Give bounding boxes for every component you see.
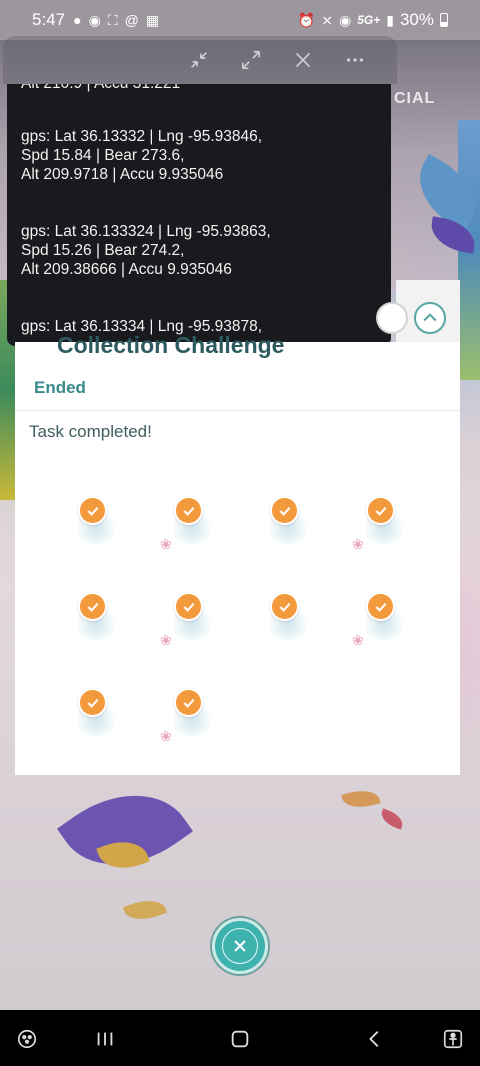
collection-item[interactable]: ❀	[158, 688, 238, 768]
at-icon: @	[124, 12, 139, 28]
divider	[15, 410, 460, 411]
challenge-status: Ended	[34, 378, 86, 397]
collection-item[interactable]	[62, 496, 142, 576]
checkmark-icon	[78, 592, 107, 621]
alarm-icon: ⏰	[297, 11, 316, 28]
flower-icon: ❀	[160, 536, 172, 552]
checkmark-icon	[78, 688, 107, 717]
location-icon: ◉	[88, 11, 101, 28]
checkmark-icon	[366, 592, 395, 621]
flower-icon: ❀	[160, 632, 172, 648]
flower-icon: ❀	[352, 632, 364, 648]
close-icon	[234, 940, 246, 952]
collapse-card-button[interactable]	[414, 302, 446, 334]
accessibility-icon[interactable]	[440, 1026, 466, 1052]
checkmark-icon	[174, 592, 203, 621]
flower-icon: ❀	[160, 728, 172, 744]
back-icon[interactable]	[362, 1026, 388, 1052]
chevron-up-icon	[423, 313, 437, 322]
log-entry: Alt 210.9 | Accu 31.221	[21, 84, 377, 93]
battery-percent: 30%	[399, 10, 434, 29]
collection-item[interactable]	[254, 496, 334, 576]
collection-item[interactable]: ❀	[350, 496, 430, 576]
mute-icon: ⨯	[321, 11, 334, 28]
screenshot-icon: ⛶	[107, 11, 118, 28]
checkmark-icon	[366, 496, 395, 525]
collection-item[interactable]	[254, 592, 334, 672]
checkmark-icon	[270, 496, 299, 525]
discord-icon: ●	[73, 12, 82, 28]
gps-log-console[interactable]: Alt 210.9 | Accu 31.221 gps: Lat 36.1333…	[7, 84, 391, 346]
collection-item[interactable]	[62, 688, 142, 768]
recent-apps-icon[interactable]	[92, 1026, 118, 1052]
close-button[interactable]	[212, 918, 268, 974]
collection-item[interactable]: ❀	[350, 592, 430, 672]
task-status-text: Task completed!	[29, 422, 152, 441]
network-label: 5G+	[357, 13, 381, 27]
checkmark-icon	[78, 496, 107, 525]
gps-icon: ◉	[339, 11, 352, 28]
collapse-icon[interactable]	[187, 48, 211, 72]
expand-icon[interactable]	[239, 48, 263, 72]
collection-item[interactable]: ❀	[158, 496, 238, 576]
checkmark-icon	[270, 592, 299, 621]
card-secondary-button[interactable]	[376, 302, 408, 334]
challenge-title: Collection Challenge	[57, 332, 285, 358]
log-entry: gps: Lat 36.133324 | Lng -95.93863, Spd …	[21, 223, 271, 278]
overlay-toolbar	[3, 36, 397, 84]
checkmark-icon	[174, 496, 203, 525]
close-icon[interactable]	[291, 48, 315, 72]
collection-item[interactable]: ❀	[158, 592, 238, 672]
log-entry: gps: Lat 36.13332 | Lng -95.93846, Spd 1…	[21, 128, 263, 183]
home-icon[interactable]	[227, 1026, 253, 1052]
signal-icon: ▮	[386, 11, 394, 28]
flower-icon: ❀	[352, 536, 364, 552]
collection-item[interactable]	[62, 592, 142, 672]
status-time: 5:47	[32, 10, 66, 29]
more-icon[interactable]	[343, 48, 367, 72]
navigation-bar	[0, 1010, 480, 1066]
battery-icon	[440, 13, 448, 27]
game-launcher-icon[interactable]	[14, 1026, 40, 1052]
checkmark-icon	[174, 688, 203, 717]
status-bar: 5:47 ● ◉ ⛶ @ ▦ ⏰ ⨯ ◉ 5G+ ▮ 30%	[0, 0, 480, 40]
image-icon: ▦	[145, 11, 160, 28]
background-banner-text: CIAL	[394, 90, 436, 107]
